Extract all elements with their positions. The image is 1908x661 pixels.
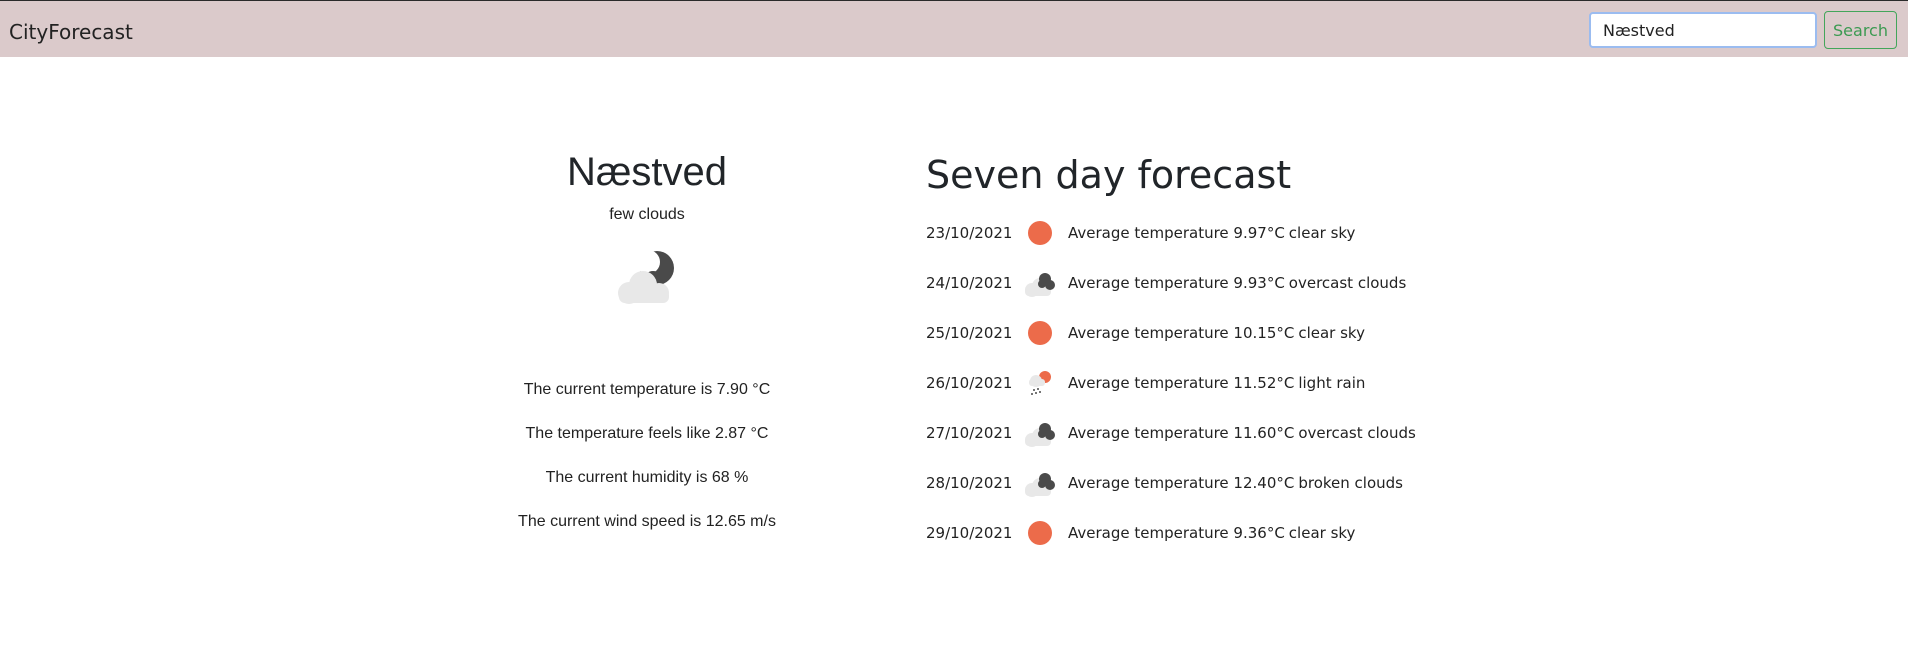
brand-link[interactable]: CityForecast: [9, 20, 133, 44]
forecast-description: clear sky: [1298, 324, 1365, 342]
forecast-row: 29/10/2021 Average temperature 9.36°C cle…: [926, 508, 1546, 558]
forecast-date: 27/10/2021: [926, 424, 1013, 442]
forecast-row: 27/10/2021 Average temperature 11.60°C ov…: [926, 408, 1546, 458]
forecast-date: 28/10/2021: [926, 474, 1013, 492]
forecast-temperature: Average temperature 10.15°C: [1068, 324, 1295, 342]
forecast-title: Seven day forecast: [926, 153, 1292, 197]
forecast-temperature: Average temperature 9.36°C: [1068, 524, 1285, 542]
search-button[interactable]: Search: [1824, 11, 1897, 49]
forecast-description: broken clouds: [1298, 474, 1403, 492]
navbar: CityForecast Search: [0, 0, 1908, 57]
forecast-description: light rain: [1298, 374, 1366, 392]
humidity-stat: The current humidity is 68 %: [545, 469, 749, 486]
overcast-clouds-icon: [1018, 265, 1062, 301]
sun-icon: [1018, 515, 1062, 551]
forecast-temperature: Average temperature 12.40°C: [1068, 474, 1295, 492]
feels-like-stat: The temperature feels like 2.87 °C: [525, 425, 769, 442]
forecast-row: 28/10/2021 Average temperature 12.40°C br…: [926, 458, 1546, 508]
forecast-description: clear sky: [1288, 224, 1356, 242]
sun-icon: [1018, 315, 1062, 351]
forecast-row: 24/10/2021 Average temperature 9.93°C ove…: [926, 258, 1546, 308]
forecast-description: overcast clouds: [1288, 274, 1407, 292]
forecast-description: clear sky: [1288, 524, 1356, 542]
few-clouds-night-icon: [607, 246, 687, 306]
broken-clouds-icon: [1018, 465, 1062, 501]
forecast-description: overcast clouds: [1298, 424, 1416, 442]
forecast-temperature: Average temperature 9.93°C: [1068, 274, 1285, 292]
search-input[interactable]: [1589, 12, 1817, 48]
forecast-date: 29/10/2021: [926, 524, 1013, 542]
light-rain-icon: [1018, 365, 1062, 401]
forecast-date: 25/10/2021: [926, 324, 1013, 342]
wind-speed-stat: The current wind speed is 12.65 m/s: [518, 513, 776, 530]
weather-description: few clouds: [609, 206, 685, 223]
forecast-row: 23/10/2021 Average temperature 9.97°C cle…: [926, 208, 1546, 258]
current-weather: Næstved few clouds The current temperatu…: [497, 148, 797, 556]
overcast-clouds-icon: [1018, 415, 1062, 451]
current-stats: The current temperature is 7.90 °C The t…: [497, 380, 797, 556]
temperature-stat: The current temperature is 7.90 °C: [523, 381, 771, 398]
sun-icon: [1018, 215, 1062, 251]
forecast-temperature: Average temperature 9.97°C: [1068, 224, 1285, 242]
forecast-date: 23/10/2021: [926, 224, 1013, 242]
forecast-temperature: Average temperature 11.52°C: [1068, 374, 1295, 392]
forecast-date: 24/10/2021: [926, 274, 1013, 292]
city-name: Næstved: [566, 150, 728, 194]
forecast-date: 26/10/2021: [926, 374, 1013, 392]
seven-day-forecast: Seven day forecast 23/10/2021 Average te…: [926, 152, 1546, 558]
forecast-row: 26/10/2021 Average temperature 11.52°C li…: [926, 358, 1546, 408]
forecast-row: 25/10/2021 Average temperature 10.15°C cl…: [926, 308, 1546, 358]
forecast-temperature: Average temperature 11.60°C: [1068, 424, 1295, 442]
